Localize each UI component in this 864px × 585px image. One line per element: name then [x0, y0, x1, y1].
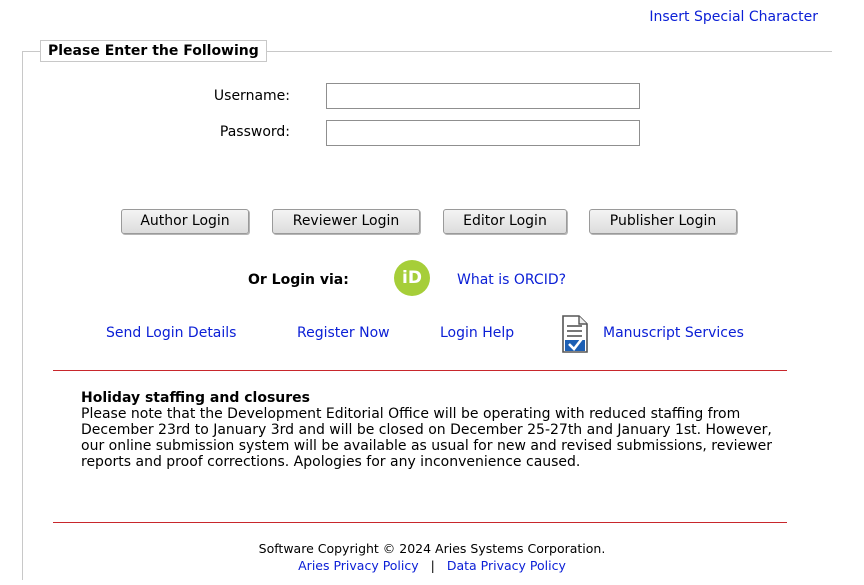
register-now-link[interactable]: Register Now	[297, 325, 390, 341]
copyright-text: Software Copyright © 2024 Aries Systems …	[258, 541, 606, 556]
orcid-icon[interactable]: iD	[394, 260, 430, 296]
username-label: Username:	[213, 88, 290, 104]
orcid-login-prompt: Or Login via:	[248, 272, 349, 288]
notice-title: Holiday staffing and closures	[81, 390, 310, 406]
password-input[interactable]	[326, 120, 640, 146]
fieldset-legend: Please Enter the Following	[40, 40, 267, 62]
holiday-notice: Holiday staffing and closures Please not…	[81, 390, 791, 470]
insert-special-character-link[interactable]: Insert Special Character	[649, 9, 818, 25]
password-label: Password:	[219, 124, 290, 140]
notice-body: Please note that the Development Editori…	[81, 406, 772, 470]
footer: Software Copyright © 2024 Aries Systems …	[0, 540, 864, 574]
username-input[interactable]	[326, 83, 640, 109]
editor-login-button[interactable]: Editor Login	[443, 209, 567, 234]
login-help-link[interactable]: Login Help	[440, 325, 514, 341]
author-login-button[interactable]: Author Login	[121, 209, 249, 234]
publisher-login-button[interactable]: Publisher Login	[589, 209, 737, 234]
aries-privacy-policy-link[interactable]: Aries Privacy Policy	[298, 558, 419, 573]
reviewer-login-button[interactable]: Reviewer Login	[272, 209, 420, 234]
manuscript-services-link[interactable]: Manuscript Services	[603, 325, 744, 341]
footer-separator: |	[430, 558, 435, 573]
send-login-details-link[interactable]: Send Login Details	[106, 325, 236, 341]
manuscript-checklist-icon[interactable]	[560, 314, 590, 358]
what-is-orcid-link[interactable]: What is ORCID?	[457, 272, 566, 288]
data-privacy-policy-link[interactable]: Data Privacy Policy	[447, 558, 566, 573]
notice-top-rule	[53, 370, 787, 371]
notice-bottom-rule	[53, 522, 787, 523]
